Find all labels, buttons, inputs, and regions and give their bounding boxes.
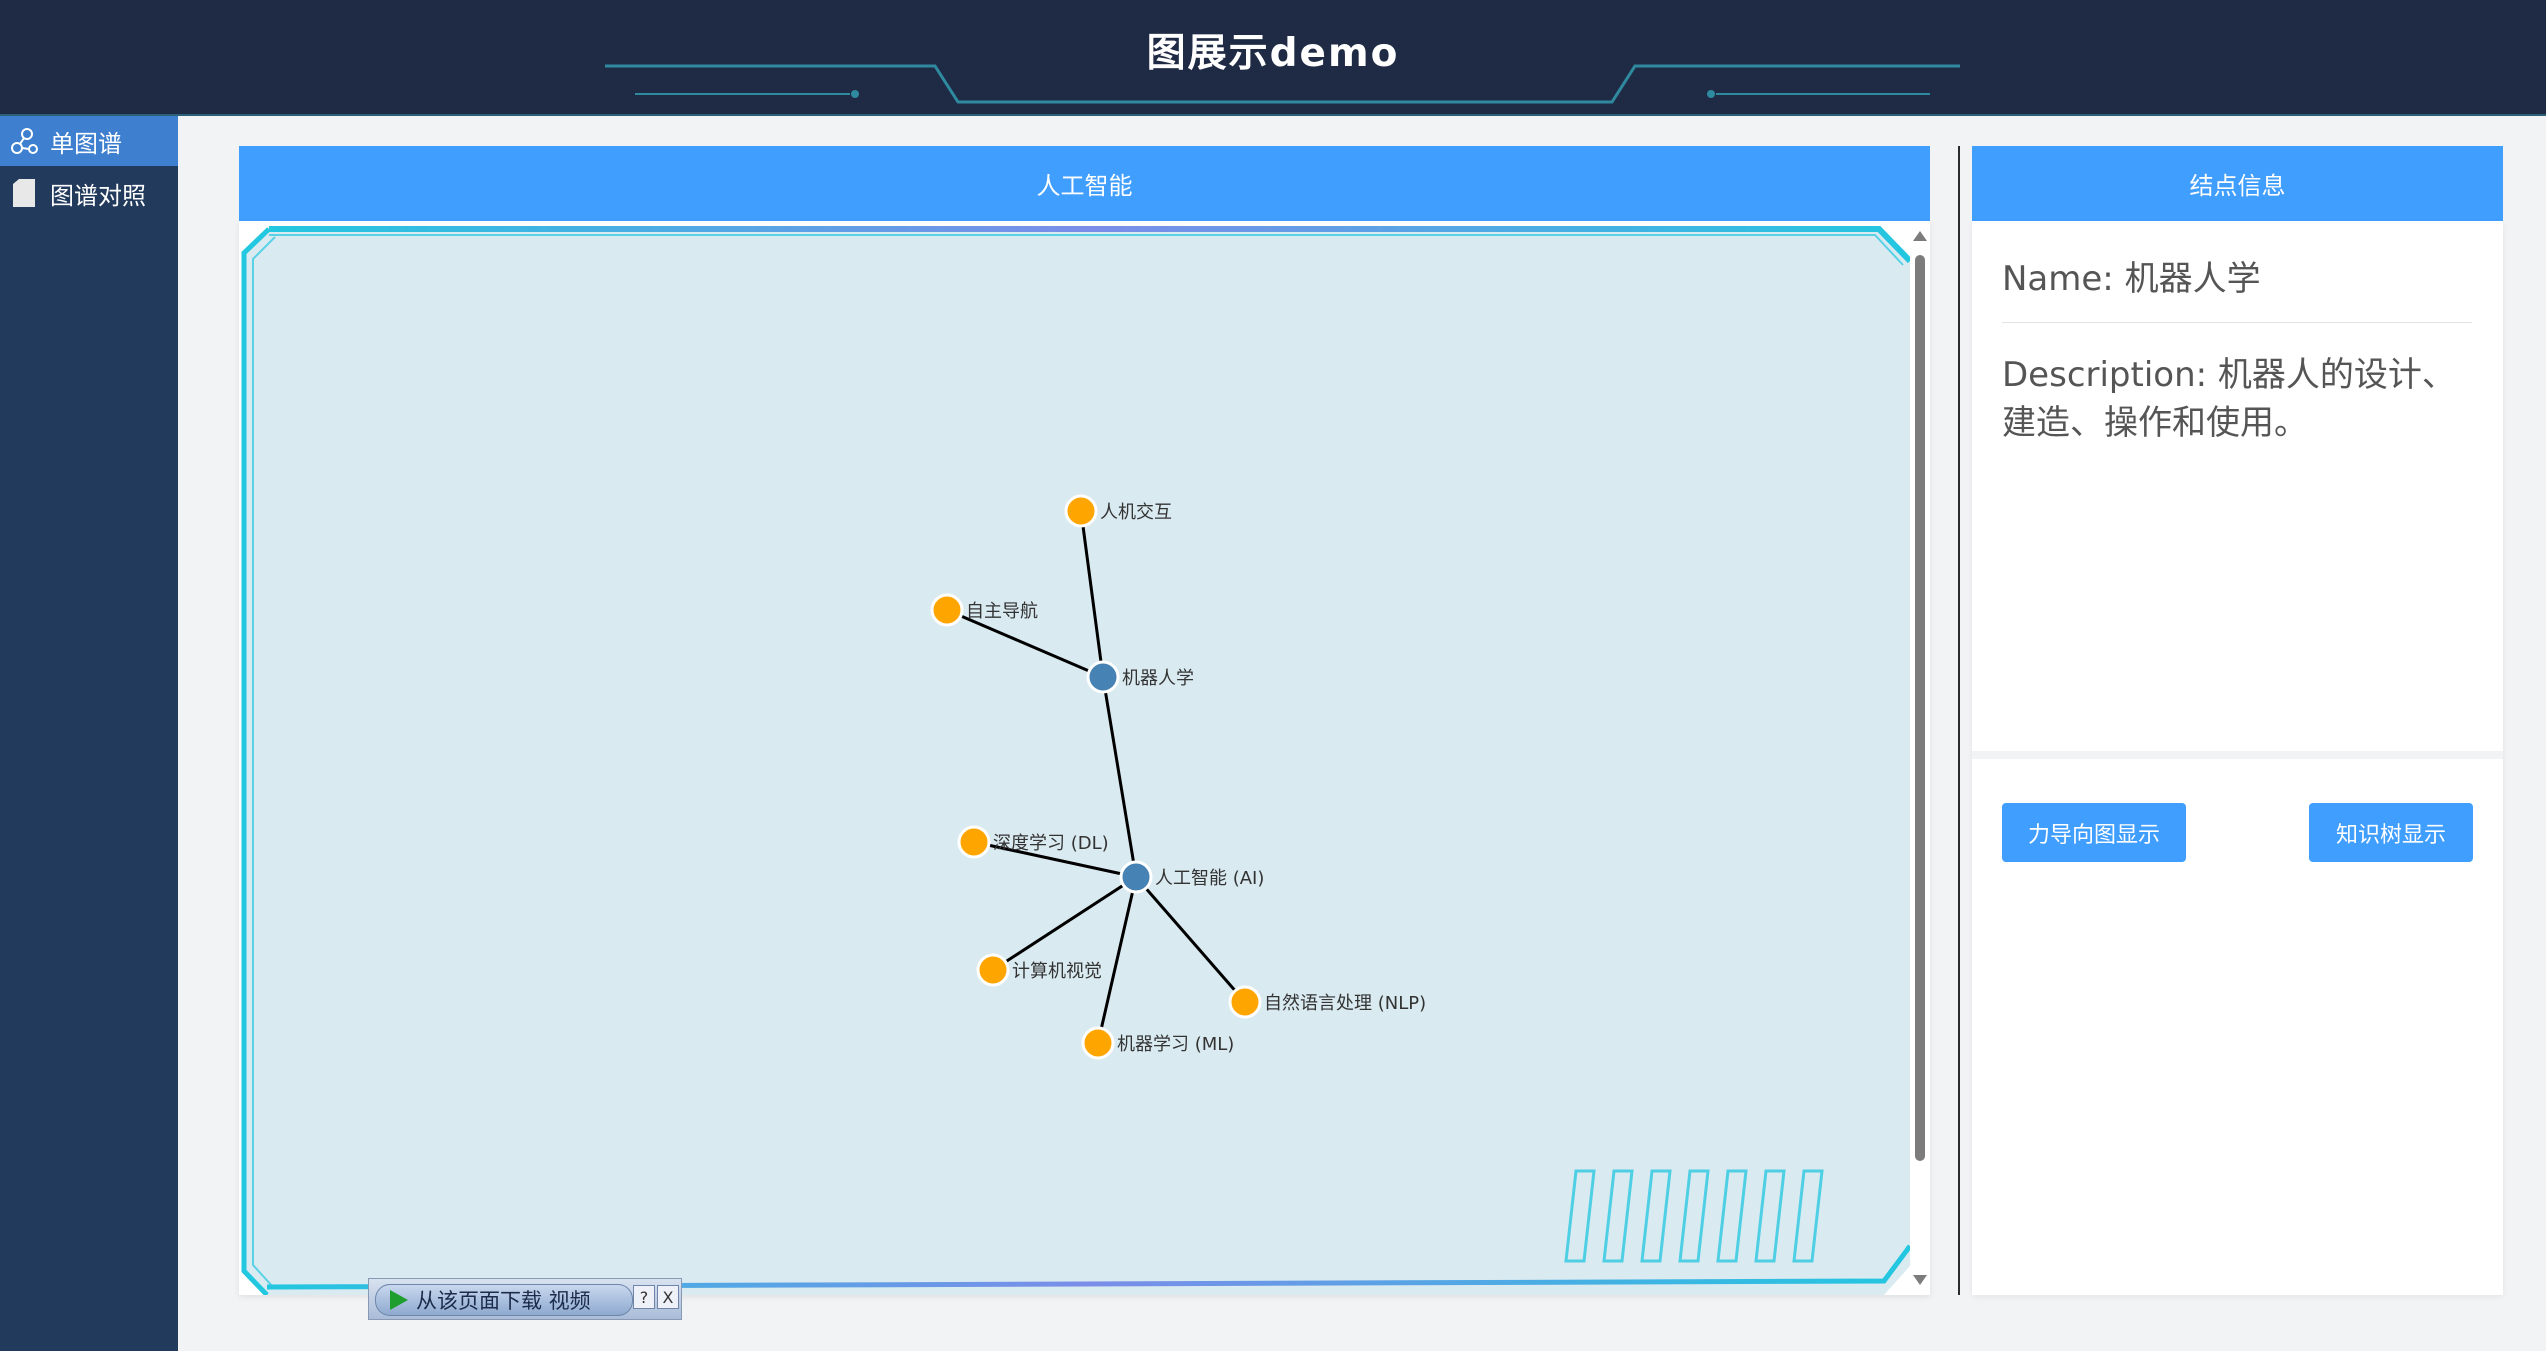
- graph-node-circle[interactable]: [1228, 985, 1262, 1019]
- help-button[interactable]: ?: [633, 1285, 655, 1309]
- graph-node-circle[interactable]: [1119, 860, 1153, 894]
- sidebar-item-label: 图谱对照: [50, 181, 146, 210]
- scroll-thumb[interactable]: [1915, 255, 1925, 1161]
- graph-canvas[interactable]: 人工智能 (AI) 机器人学 人机交互自主导航深度学习 (DL) 计算机视觉机器学习 …: [239, 221, 1930, 1295]
- graph-node-circle[interactable]: [1086, 660, 1120, 694]
- graph-node-label: 人机交互: [1100, 502, 1172, 523]
- graph-node-circle[interactable]: [976, 953, 1010, 987]
- force-layout-button[interactable]: 力导向图显示: [2002, 803, 2186, 862]
- graph-node-label: 人工智能 (AI): [1155, 868, 1264, 889]
- panel-divider: [1958, 146, 1960, 1295]
- knowledge-tree-button[interactable]: 知识树显示: [2309, 803, 2473, 862]
- download-video-bar: 从该页面下载 视频 ? X: [368, 1278, 682, 1320]
- close-button[interactable]: X: [657, 1285, 679, 1309]
- graph-node-label: 机器学习 (ML): [1117, 1034, 1234, 1055]
- play-icon: [390, 1290, 408, 1310]
- graph-node-circle[interactable]: [930, 593, 964, 627]
- graph-node-circle[interactable]: [1064, 494, 1098, 528]
- app-title: 图展示demo: [1146, 31, 1400, 76]
- graph-node-label: 自然语言处理 (NLP): [1264, 993, 1426, 1014]
- document-icon: [8, 177, 40, 209]
- scroll-down-icon[interactable]: [1913, 1275, 1927, 1285]
- download-video-button[interactable]: 从该页面下载 视频: [375, 1284, 633, 1316]
- info-panel-title: 结点信息: [1972, 146, 2503, 221]
- graph-node-label: 深度学习 (DL): [993, 833, 1109, 854]
- download-label: 从该页面下载 视频: [416, 1289, 591, 1313]
- node-name: Name: 机器人学: [2002, 251, 2472, 323]
- graph-node-circle[interactable]: [957, 825, 991, 859]
- graph-node-circle[interactable]: [1081, 1026, 1115, 1060]
- scroll-up-icon[interactable]: [1913, 231, 1927, 241]
- graph-node-label: 机器人学: [1122, 668, 1194, 689]
- info-panel: Name: 机器人学 Description: 机器人的设计、建造、操作和使用。…: [1972, 221, 2503, 1295]
- graph-panel-title: 人工智能: [239, 146, 1930, 221]
- graph-svg[interactable]: 人工智能 (AI) 机器人学 人机交互自主导航深度学习 (DL) 计算机视觉机器学习 …: [239, 221, 1910, 1295]
- graph-icon: [8, 125, 40, 157]
- graph-scrollbar[interactable]: [1910, 221, 1930, 1295]
- sidebar-item-single-graph[interactable]: 单图谱: [0, 116, 178, 166]
- graph-node-label: 计算机视觉: [1012, 961, 1102, 982]
- top-header: 图展示demo: [0, 0, 2546, 116]
- sidebar-item-label: 单图谱: [50, 129, 122, 158]
- sidebar: 单图谱 图谱对照: [0, 116, 178, 1351]
- node-description: Description: 机器人的设计、建造、操作和使用。: [2002, 355, 2456, 443]
- sidebar-item-graph-compare[interactable]: 图谱对照: [0, 168, 178, 218]
- graph-node-label: 自主导航: [966, 601, 1038, 622]
- info-separator: [1972, 751, 2503, 759]
